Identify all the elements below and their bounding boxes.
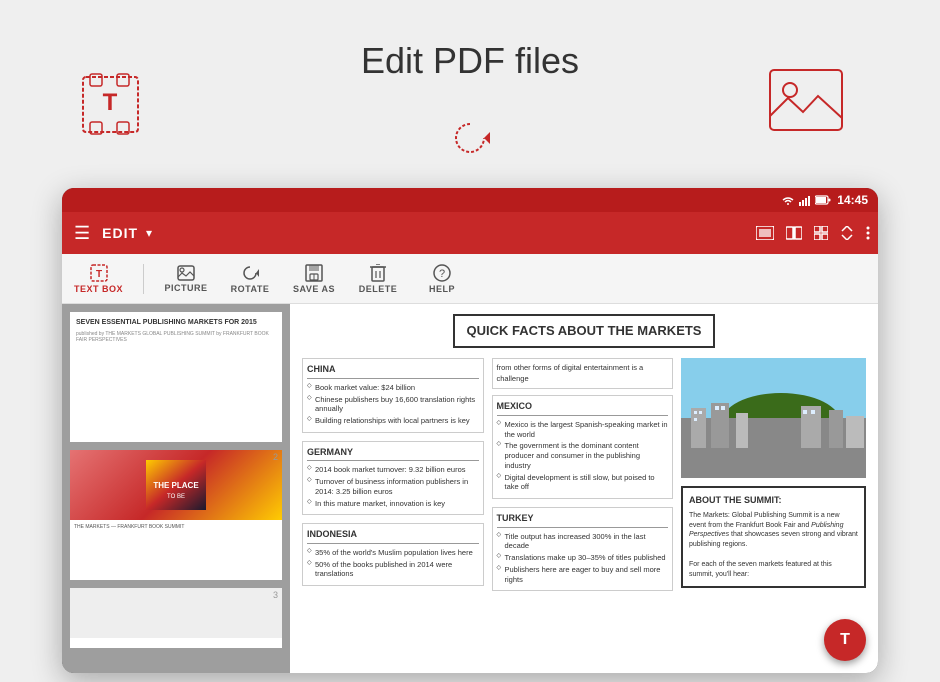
indonesia-item-2: 50% of the books published in 2014 were … bbox=[307, 560, 479, 580]
pdf-col-left: CHINA Book market value: $24 billion Chi… bbox=[302, 358, 484, 599]
saveas-label: SAVE AS bbox=[293, 284, 335, 294]
indonesia-title: INDONESIA bbox=[307, 528, 479, 544]
page-title: Edit PDF files bbox=[361, 40, 579, 82]
intro-text: from other forms of digital entertainmen… bbox=[492, 358, 674, 389]
mexico-title: MEXICO bbox=[497, 400, 669, 416]
china-item-2: Chinese publishers buy 16,600 translatio… bbox=[307, 395, 479, 415]
more-icon[interactable] bbox=[866, 226, 870, 240]
thumbnail-sidebar: SEVEN ESSENTIAL PUBLISHING MARKETS FOR 2… bbox=[62, 304, 290, 673]
picture-label: PICTURE bbox=[165, 283, 208, 293]
signal-icon bbox=[799, 194, 811, 206]
thumb-title-1: SEVEN ESSENTIAL PUBLISHING MARKETS FOR 2… bbox=[76, 318, 276, 327]
svg-text:T: T bbox=[103, 89, 118, 116]
turkey-item-1: Title output has increased 300% in the l… bbox=[497, 532, 669, 552]
saveas-tool-icon bbox=[305, 264, 323, 282]
tool-divider-1 bbox=[143, 264, 144, 294]
status-icons bbox=[781, 194, 831, 206]
svg-text:T: T bbox=[95, 269, 101, 280]
indonesia-section: INDONESIA 35% of the world's Muslim popu… bbox=[302, 523, 484, 586]
edit-tools-bar: T TEXT BOX PICTURE ROTATE bbox=[62, 254, 878, 304]
textbox-tool-icon: T bbox=[90, 264, 108, 282]
page-3-num: 3 bbox=[273, 590, 278, 600]
china-title: CHINA bbox=[307, 363, 479, 379]
battery-icon bbox=[815, 195, 831, 205]
rotate-label: ROTATE bbox=[231, 284, 270, 294]
summit-text-2: For each of the seven markets featured a… bbox=[689, 560, 858, 580]
help-tool-icon: ? bbox=[433, 264, 451, 282]
edit-label: EDIT bbox=[102, 225, 138, 241]
summit-title: ABOUT THE SUMMIT: bbox=[689, 494, 858, 507]
dropdown-arrow[interactable]: ▾ bbox=[146, 226, 152, 240]
thumb-subtitle-1: published by THE MARKETS GLOBAL PUBLISHI… bbox=[76, 331, 276, 343]
wifi-icon bbox=[781, 194, 795, 206]
pdf-main-page: QUICK FACTS ABOUT THE MARKETS CHINA Book… bbox=[290, 304, 878, 673]
collapse-icon[interactable] bbox=[840, 226, 854, 240]
toolbar-right-icons bbox=[756, 226, 870, 240]
summit-text-1: The Markets: Global Publishing Summit is… bbox=[689, 511, 858, 550]
picture-tool-icon bbox=[177, 265, 195, 281]
rotate-tool-icon bbox=[241, 264, 259, 282]
tool-rotate[interactable]: ROTATE bbox=[228, 264, 272, 294]
tool-help[interactable]: ? HELP bbox=[420, 264, 464, 294]
mexico-section: MEXICO Mexico is the largest Spanish-spe… bbox=[492, 395, 674, 499]
germany-item-2: Turnover of business information publish… bbox=[307, 477, 479, 497]
textbox-label: TEXT BOX bbox=[74, 284, 123, 294]
mexico-item-3: Digital development is still slow, but p… bbox=[497, 473, 669, 493]
deco-image-icon bbox=[768, 68, 844, 132]
page-2-num: 2 bbox=[273, 452, 278, 462]
germany-item-1: 2014 book market turnover: 9.32 billion … bbox=[307, 465, 479, 475]
delete-tool-icon bbox=[370, 264, 386, 282]
deco-textbox-icon: T bbox=[78, 72, 143, 137]
pdf-col-middle: from other forms of digital entertainmen… bbox=[492, 358, 674, 599]
germany-title: GERMANY bbox=[307, 446, 479, 462]
book-icon[interactable] bbox=[786, 226, 802, 240]
pdf-col-right: ABOUT THE SUMMIT: The Markets: Global Pu… bbox=[681, 358, 866, 599]
mexico-item-2: The government is the dominant content p… bbox=[497, 441, 669, 470]
indonesia-item-1: 35% of the world's Muslim population liv… bbox=[307, 548, 479, 558]
turkey-item-3: Publishers here are eager to buy and sel… bbox=[497, 565, 669, 585]
thumbnail-page-1[interactable]: SEVEN ESSENTIAL PUBLISHING MARKETS FOR 2… bbox=[70, 312, 282, 442]
svg-text:TO BE: TO BE bbox=[167, 494, 185, 500]
mexico-item-1: Mexico is the largest Spanish-speaking m… bbox=[497, 420, 669, 440]
pdf-content: QUICK FACTS ABOUT THE MARKETS CHINA Book… bbox=[290, 304, 878, 609]
china-item-3: Building relationships with local partne… bbox=[307, 416, 479, 426]
device-frame: 14:45 ☰ EDIT ▾ bbox=[62, 188, 878, 673]
tool-delete[interactable]: DELETE bbox=[356, 264, 400, 294]
svg-text:?: ? bbox=[439, 268, 445, 280]
main-toolbar: ☰ EDIT ▾ bbox=[62, 212, 878, 254]
thumbnail-page-3[interactable]: 3 bbox=[70, 588, 282, 648]
tool-save-as[interactable]: SAVE AS bbox=[292, 264, 336, 294]
summit-section: ABOUT THE SUMMIT: The Markets: Global Pu… bbox=[681, 486, 866, 588]
china-section: CHINA Book market value: $24 billion Chi… bbox=[302, 358, 484, 433]
deco-rotate-icon bbox=[448, 116, 492, 160]
svg-text:THE PLACE: THE PLACE bbox=[153, 481, 199, 490]
turkey-section: TURKEY Title output has increased 300% i… bbox=[492, 507, 674, 591]
germany-section: GERMANY 2014 book market turnover: 9.32 … bbox=[302, 441, 484, 516]
germany-item-3: In this mature market, innovation is key bbox=[307, 499, 479, 509]
help-label: HELP bbox=[429, 284, 455, 294]
city-image bbox=[681, 358, 866, 478]
status-bar: 14:45 bbox=[62, 188, 878, 212]
tool-picture[interactable]: PICTURE bbox=[164, 265, 208, 293]
thumbnail-page-2[interactable]: 2 THE PLACE TO BE bbox=[70, 450, 282, 580]
content-area: SEVEN ESSENTIAL PUBLISHING MARKETS FOR 2… bbox=[62, 304, 878, 673]
pdf-main-title: QUICK FACTS ABOUT THE MARKETS bbox=[453, 314, 716, 348]
tablet-view-icon[interactable] bbox=[756, 226, 774, 240]
fab-button[interactable]: T bbox=[824, 619, 866, 661]
status-time: 14:45 bbox=[837, 193, 868, 207]
grid-icon[interactable] bbox=[814, 226, 828, 240]
china-item-1: Book market value: $24 billion bbox=[307, 383, 479, 393]
tool-text-box[interactable]: T TEXT BOX bbox=[74, 264, 123, 294]
turkey-item-2: Translations make up 30–35% of titles pu… bbox=[497, 553, 669, 563]
turkey-title: TURKEY bbox=[497, 512, 669, 528]
thumb-img-2: THE PLACE TO BE bbox=[70, 450, 282, 520]
pdf-columns: CHINA Book market value: $24 billion Chi… bbox=[302, 358, 866, 599]
delete-label: DELETE bbox=[359, 284, 398, 294]
menu-icon[interactable]: ☰ bbox=[70, 219, 94, 248]
